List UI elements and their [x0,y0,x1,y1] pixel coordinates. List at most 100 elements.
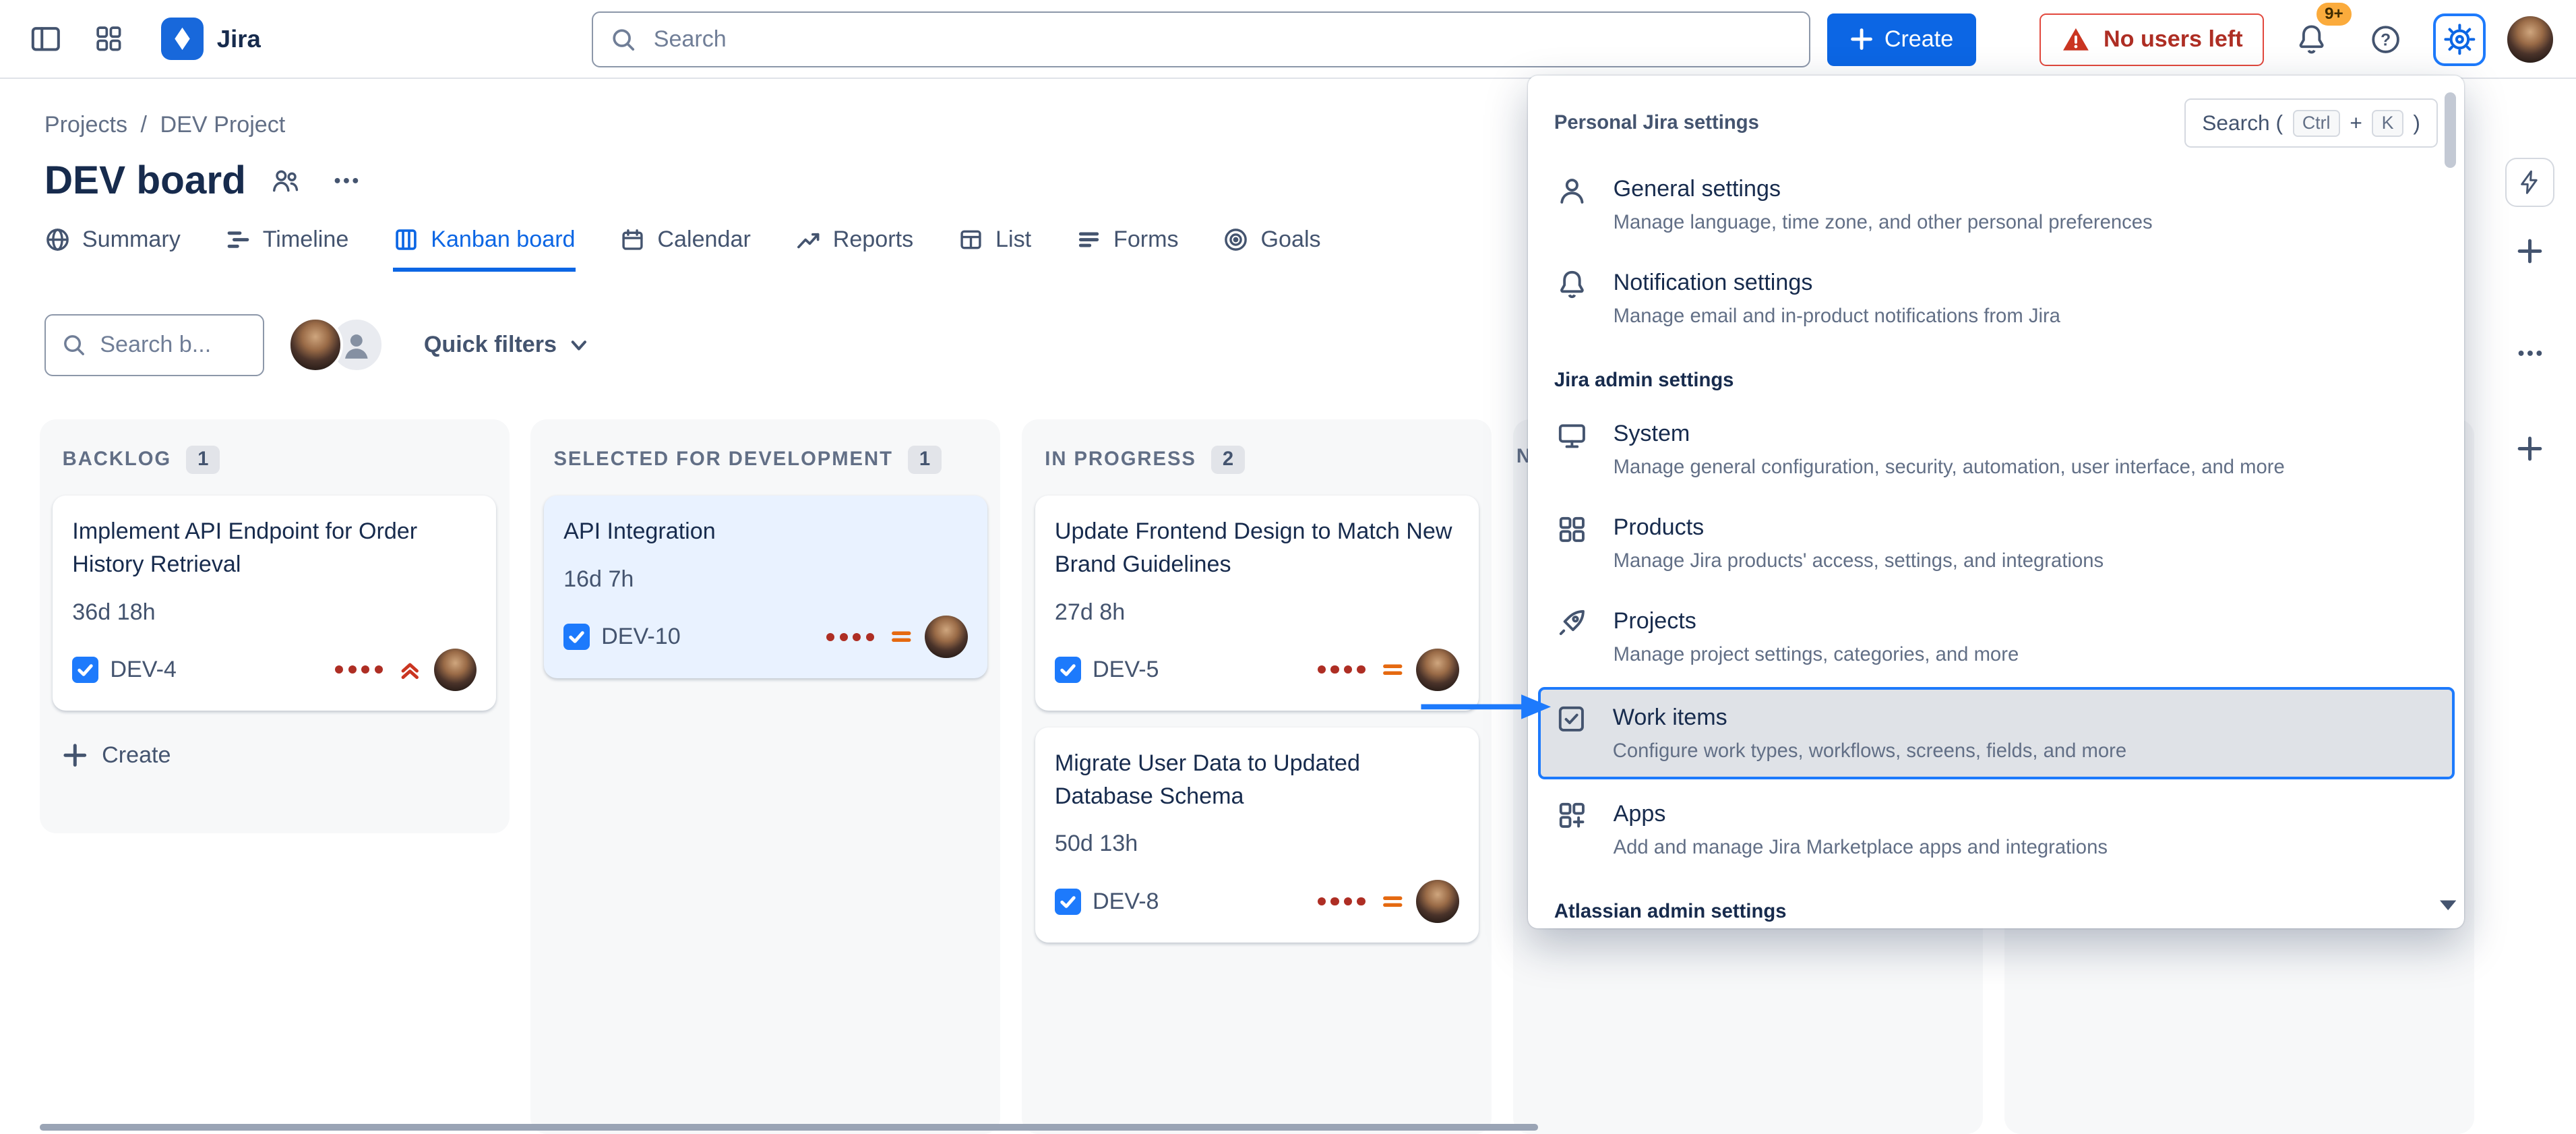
global-search-input[interactable] [650,25,1793,55]
menu-item-text: General settings Manage language, time z… [1614,173,2153,237]
help-button[interactable]: ? [2359,13,2412,66]
board-horizontal-scrollbar[interactable] [40,1124,1538,1131]
board-card[interactable]: Update Frontend Design to Match New Bran… [1035,496,1479,711]
board-card[interactable]: Migrate User Data to Updated Database Sc… [1035,727,1479,943]
card-footer: DEV-5 [1055,649,1459,691]
menu-item-title: Work items [1613,701,2126,734]
column-in-progress: IN PROGRESS 2 Update Frontend Design to … [1022,419,1492,1134]
lightning-icon [2516,169,2544,196]
tab-summary[interactable]: Summary [44,227,181,272]
settings-search-button[interactable]: Search ( Ctrl + K ) [2184,98,2438,148]
card-key: DEV-8 [1093,889,1159,915]
person-icon [1554,173,1591,207]
assignee-avatar[interactable] [1416,880,1459,922]
card-footer: DEV-10 [563,616,968,658]
tab-label: Calendar [657,227,750,253]
dropdown-scrollbar-thumb[interactable] [2445,92,2456,168]
create-button[interactable]: Create [1827,13,1977,66]
tab-list[interactable]: List [958,227,1031,272]
priority-medium-icon [1380,889,1405,914]
menu-item-text: Notification settings Manage email and i… [1614,266,2060,330]
menu-item-text: Products Manage Jira products' access, s… [1614,511,2104,575]
breadcrumb-project-link[interactable]: DEV Project [160,112,286,138]
sidebar-toggle-button[interactable] [20,13,72,65]
dropdown-scroll-down-arrow[interactable] [2440,889,2456,919]
jira-logo[interactable]: Jira [161,18,261,60]
timeline-icon [225,227,251,253]
menu-item-system[interactable]: System Manage general configuration, sec… [1528,402,2464,496]
global-search[interactable] [592,11,1811,67]
card-key: DEV-5 [1093,657,1159,683]
board-card-selected[interactable]: API Integration 16d 7h DEV-10 [544,496,987,678]
menu-item-work-items[interactable]: Work items Configure work types, workflo… [1538,687,2455,779]
time-in-column-dots [826,633,874,641]
user-avatar[interactable] [2507,16,2553,62]
people-icon [269,165,302,198]
breadcrumb-projects-link[interactable]: Projects [44,112,127,138]
column-count-badge: 2 [1211,446,1245,475]
member-avatar[interactable] [288,317,344,373]
chevron-down-icon [568,334,590,356]
assignee-avatar[interactable] [1416,649,1459,691]
tab-reports[interactable]: Reports [795,227,914,272]
person-icon [338,327,375,363]
tab-forms[interactable]: Forms [1076,227,1179,272]
tab-timeline[interactable]: Timeline [225,227,349,272]
board-card[interactable]: Implement API Endpoint for Order History… [53,496,496,711]
menu-item-title: Products [1614,511,2104,544]
column-header: IN PROGRESS 2 [1035,432,1479,496]
board-search-input[interactable] [96,330,248,360]
column-create-label: Create [102,742,171,769]
menu-item-apps[interactable]: Apps Add and manage Jira Marketplace app… [1528,783,2464,876]
board-options-button[interactable] [2505,329,2554,378]
top-navigation-bar: Jira Create No users left 9+ ? [0,0,2576,79]
settings-dropdown-menu: Personal Jira settings Search ( Ctrl + K… [1528,76,2464,928]
globe-icon [44,227,71,253]
card-key: DEV-4 [110,657,177,683]
card-estimate: 50d 13h [1055,831,1459,857]
menu-item-title: General settings [1614,173,2153,206]
atlassian-admin-settings-header: Atlassian admin settings [1528,876,2464,928]
no-users-left-button[interactable]: No users left [2040,13,2263,66]
menu-item-products[interactable]: Products Manage Jira products' access, s… [1528,496,2464,590]
tab-label: Timeline [263,227,349,253]
menu-item-general-settings[interactable]: General settings Manage language, time z… [1528,158,2464,251]
tab-calendar[interactable]: Calendar [619,227,750,272]
quick-filters-button[interactable]: Quick filters [414,330,599,360]
automation-button[interactable] [2505,158,2554,207]
column-create-button[interactable]: Create [53,727,181,783]
task-type-icon [1055,889,1081,915]
task-type-icon [563,624,590,650]
time-in-column-dots [335,665,383,674]
tab-kanban-board[interactable]: Kanban board [393,227,575,272]
column-count-badge: 1 [186,446,220,475]
topbar-right-cluster: No users left 9+ ? [2040,0,2552,79]
tab-label: Forms [1113,227,1179,253]
menu-item-title: System [1614,417,2285,450]
board-view-tabs: Summary Timeline Kanban board Calendar R… [44,227,1321,272]
app-switcher-button[interactable] [82,13,135,65]
kbd-k: K [2372,110,2403,137]
assignee-avatar[interactable] [925,616,967,658]
menu-item-projects[interactable]: Projects Manage project settings, catego… [1528,590,2464,684]
board-collaborators-button[interactable] [259,156,308,206]
tab-goals[interactable]: Goals [1223,227,1320,272]
board-more-button[interactable] [321,156,371,206]
board-search[interactable] [44,314,265,377]
plus-icon [1850,28,1873,51]
card-footer: DEV-8 [1055,880,1459,922]
assignee-avatar[interactable] [434,649,477,691]
rail-add-button[interactable] [2505,227,2554,276]
card-estimate: 27d 8h [1055,599,1459,626]
card-title: API Integration [563,515,968,548]
column-name: SELECTED FOR DEVELOPMENT [553,448,892,471]
plus-icon [2517,238,2543,264]
menu-item-title: Projects [1614,605,2019,638]
tab-label: Kanban board [431,227,575,253]
menu-item-notification-settings[interactable]: Notification settings Manage email and i… [1528,251,2464,345]
menu-item-description: Manage project settings, categories, and… [1614,641,2019,669]
notifications-badge: 9+ [2314,0,2354,28]
card-title: Migrate User Data to Updated Database Sc… [1055,747,1459,813]
settings-button[interactable] [2433,13,2486,66]
add-column-button[interactable] [2505,424,2554,473]
